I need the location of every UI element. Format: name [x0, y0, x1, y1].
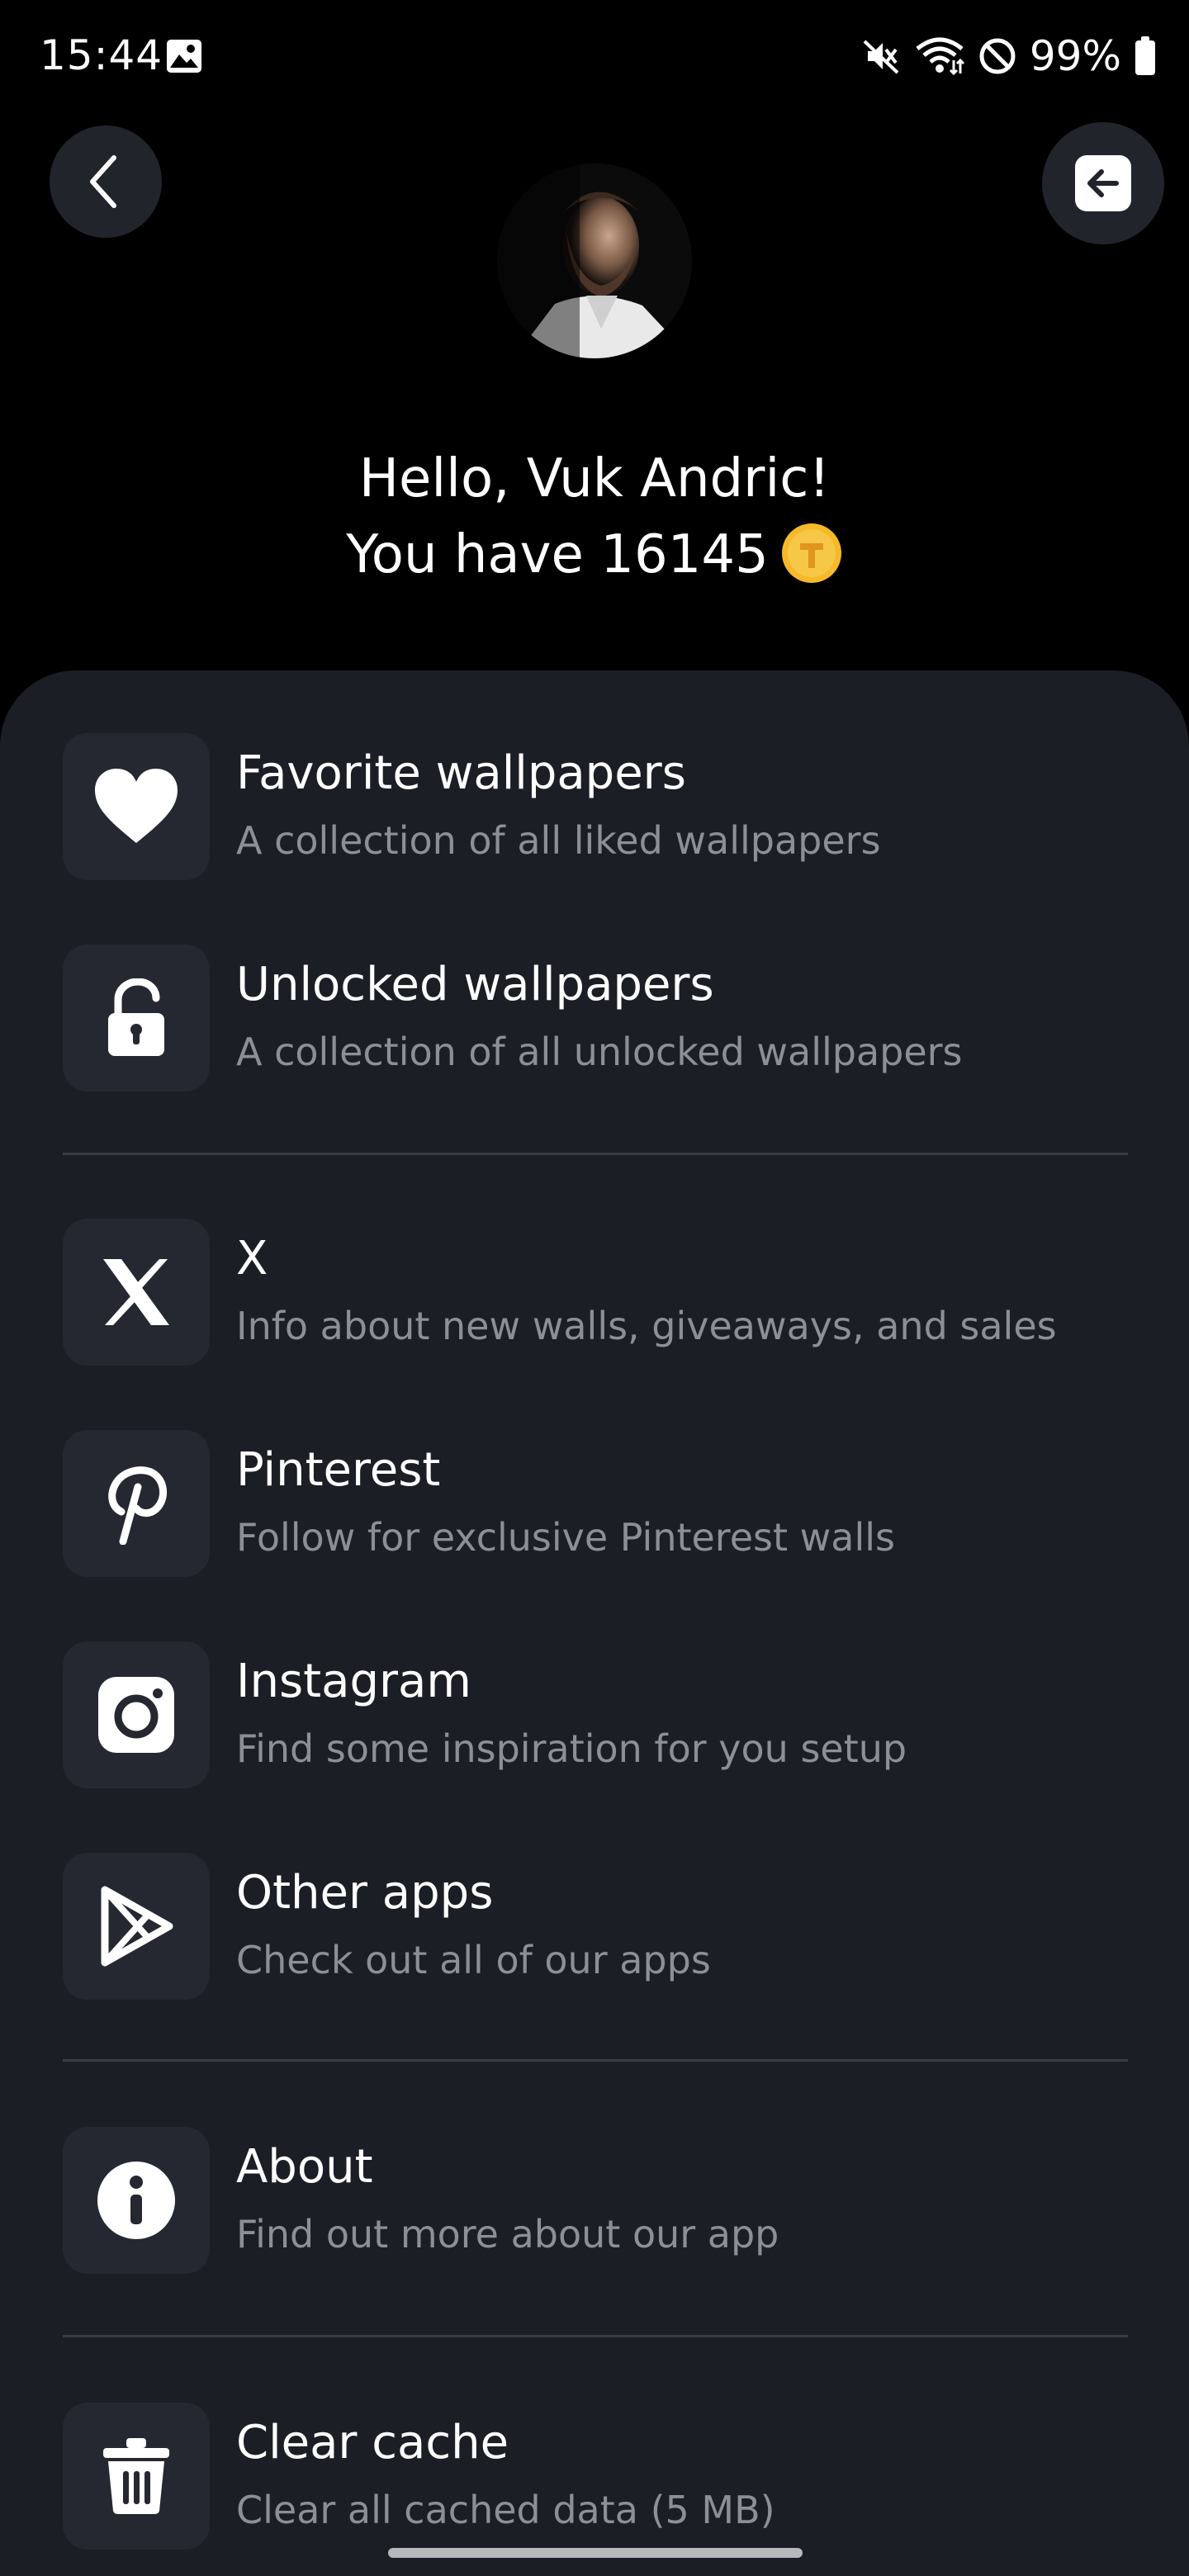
status-bar: 15:44 99%: [0, 0, 1189, 116]
menu-item-favorite-wallpapers[interactable]: Favorite wallpapers A collection of all …: [63, 733, 1128, 882]
x-logo-icon: [103, 1259, 169, 1325]
play-store-icon: [101, 1886, 173, 1967]
item-subtitle: A collection of all liked wallpapers: [236, 818, 881, 863]
play-store-icon-tile: [63, 1853, 210, 2000]
gallery-icon: [167, 40, 201, 73]
item-title: X: [236, 1232, 268, 1286]
status-icons: 99%: [861, 30, 1156, 83]
info-icon: [97, 2162, 175, 2239]
greeting: Hello, Vuk Andric! You have 16145: [0, 441, 1189, 593]
coins-line: You have 16145: [0, 517, 1189, 593]
battery-percent: 99%: [1029, 32, 1121, 80]
item-title: Pinterest: [236, 1443, 441, 1497]
divider: [63, 1153, 1128, 1155]
logout-button[interactable]: [1042, 122, 1164, 244]
pinterest-icon-tile: [63, 1430, 210, 1577]
menu-item-about[interactable]: About Find out more about our app: [63, 2127, 1128, 2275]
item-subtitle: Follow for exclusive Pinterest walls: [236, 1515, 895, 1560]
item-title: Other apps: [236, 1866, 494, 1920]
avatar: [497, 163, 692, 358]
pinterest-icon: [108, 1466, 168, 1545]
coin-icon: [781, 523, 841, 584]
back-button[interactable]: [50, 125, 162, 238]
home-indicator[interactable]: [388, 2548, 803, 2558]
menu-item-clear-cache[interactable]: Clear cache Clear all cached data (5 MB): [63, 2403, 1128, 2551]
coins-text: You have 16145: [346, 524, 769, 585]
item-subtitle: A collection of all unlocked wallpapers: [236, 1030, 963, 1074]
chevron-left-icon: [90, 155, 116, 208]
item-title: About: [236, 2140, 373, 2194]
menu-item-instagram[interactable]: Instagram Find some inspiration for you …: [63, 1641, 1128, 1790]
item-subtitle: Find some inspiration for you setup: [236, 1726, 907, 1771]
menu-item-pinterest[interactable]: Pinterest Follow for exclusive Pinterest…: [63, 1430, 1128, 1579]
info-icon-tile: [63, 2127, 210, 2274]
mute-icon: [863, 40, 899, 74]
battery-icon: [1135, 36, 1155, 75]
menu-item-x[interactable]: X Info about new walls, giveaways, and s…: [63, 1219, 1128, 1367]
heart-icon: [95, 769, 178, 843]
menu-item-unlocked-wallpapers[interactable]: Unlocked wallpapers A collection of all …: [63, 945, 1128, 1093]
item-subtitle: Info about new walls, giveaways, and sal…: [236, 1304, 1057, 1348]
dnd-icon: [979, 38, 1016, 74]
item-title: Clear cache: [236, 2416, 509, 2469]
unlock-icon: [108, 978, 164, 1056]
instagram-icon-tile: [63, 1641, 210, 1788]
heart-icon-tile: [63, 733, 210, 880]
profile-screen: 15:44 99% Hello, Vuk Andric! You have 16…: [0, 0, 1189, 2576]
logout-icon: [1075, 155, 1131, 211]
divider: [63, 2335, 1128, 2337]
item-subtitle: Check out all of our apps: [236, 1938, 711, 1982]
item-subtitle: Find out more about our app: [236, 2212, 779, 2256]
divider: [63, 2059, 1128, 2062]
item-subtitle: Clear all cached data (5 MB): [236, 2488, 775, 2532]
instagram-icon: [98, 1677, 174, 1753]
item-title: Favorite wallpapers: [236, 746, 686, 800]
x-logo-icon-tile: [63, 1219, 210, 1366]
trash-icon: [103, 2438, 169, 2514]
item-title: Unlocked wallpapers: [236, 958, 714, 1011]
menu-item-other-apps[interactable]: Other apps Check out all of our apps: [63, 1853, 1128, 2001]
status-time: 15:44: [40, 31, 163, 79]
unlock-icon-tile: [63, 945, 210, 1091]
trash-icon-tile: [63, 2403, 210, 2550]
wifi-icon: [916, 37, 964, 76]
greeting-text: Hello, Vuk Andric!: [358, 448, 831, 509]
item-title: Instagram: [236, 1655, 471, 1708]
